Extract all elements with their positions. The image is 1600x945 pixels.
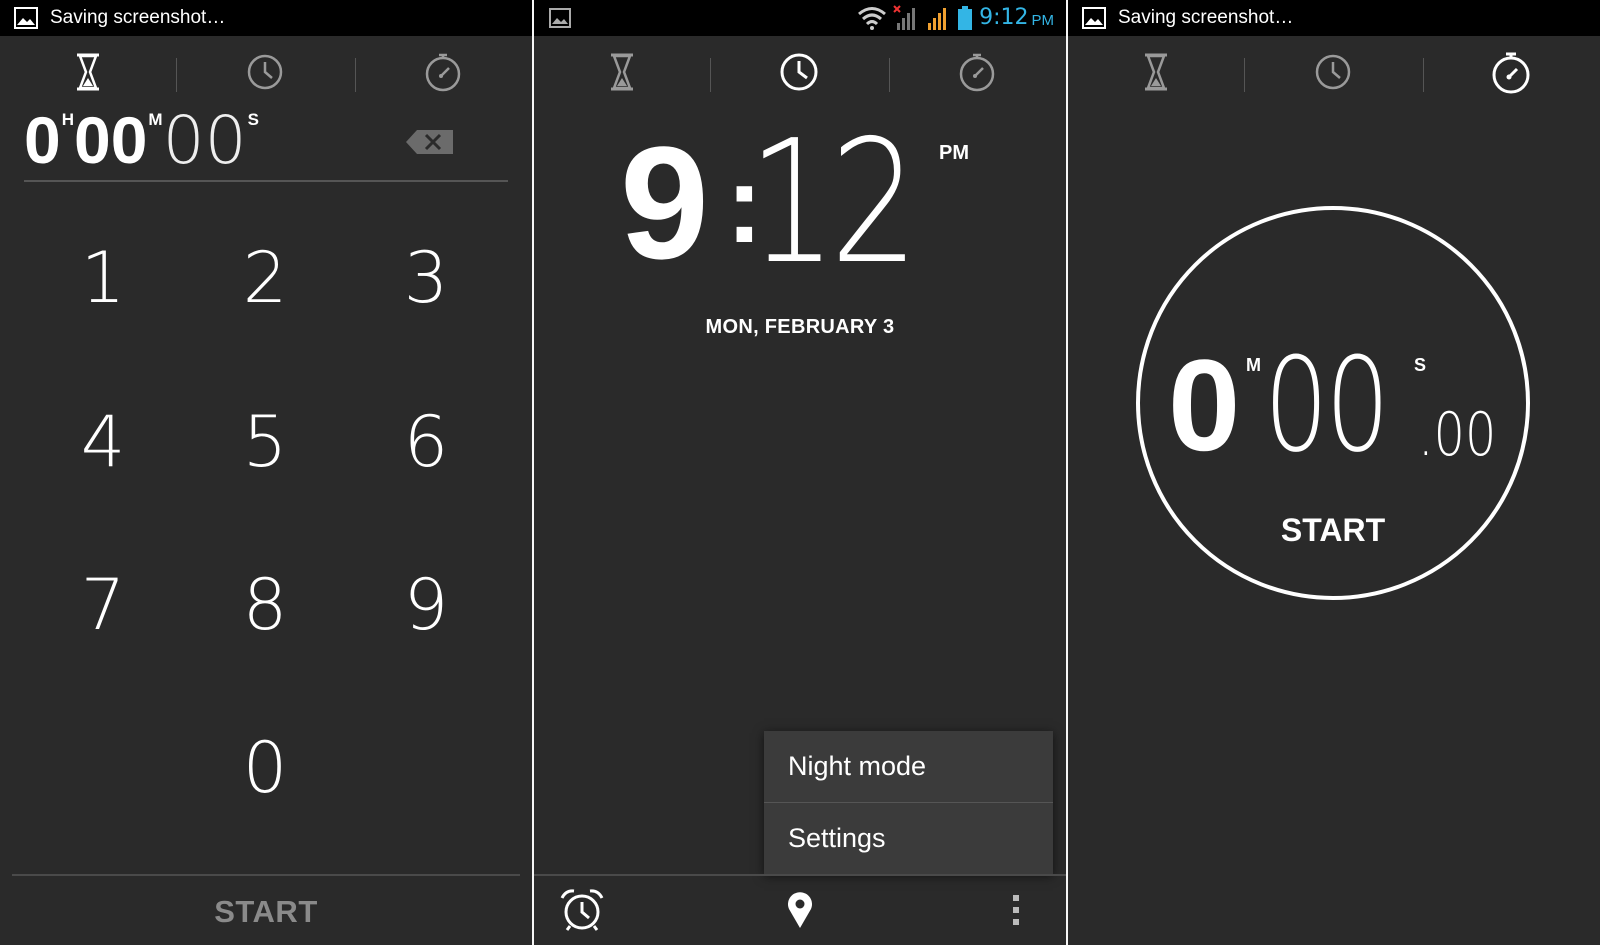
- stopwatch-minutes-unit: M: [1246, 355, 1261, 375]
- hourglass-icon: [1145, 53, 1167, 91]
- stopwatch-icon: [1492, 52, 1530, 94]
- tab-stopwatch[interactable]: [418, 46, 468, 98]
- timer-minutes-unit: M: [148, 110, 163, 129]
- stopwatch-icon: [425, 53, 461, 92]
- key-5[interactable]: 5: [200, 382, 330, 502]
- key-1[interactable]: 1: [38, 218, 168, 338]
- menu-item-night-mode[interactable]: Night mode: [764, 731, 1053, 802]
- alarm-icon: [560, 889, 604, 931]
- status-bar: Saving screenshot…: [1068, 0, 1600, 36]
- key-9[interactable]: 9: [361, 545, 491, 665]
- tab-separator: [889, 58, 890, 92]
- alarm-button[interactable]: [554, 886, 610, 934]
- status-bar: Saving screenshot…: [0, 0, 532, 36]
- timer-start-button[interactable]: START: [0, 882, 532, 942]
- clock-date: MON, FEBRUARY 3: [705, 316, 895, 338]
- timer-screen: Saving screenshot… 0H00M00S 1 2 3 4 5 6 …: [0, 0, 532, 945]
- timer-hours-unit: H: [61, 110, 74, 129]
- tab-bar: [0, 38, 532, 108]
- clock-ampm: PM: [939, 142, 969, 164]
- stopwatch-seconds-unit: S: [1414, 355, 1427, 375]
- timer-display: 0H00M00S: [24, 100, 259, 180]
- hourglass-icon: [77, 53, 99, 91]
- status-ampm: PM: [1031, 12, 1055, 29]
- bottom-divider: [534, 874, 1066, 876]
- stopwatch-screen: Saving screenshot… 0 M 00 S .00 START: [1068, 0, 1600, 945]
- tab-clock[interactable]: [240, 46, 290, 98]
- key-3[interactable]: 3: [361, 218, 491, 338]
- location-pin-icon: [788, 892, 812, 928]
- tab-timer[interactable]: [63, 46, 113, 98]
- tab-stopwatch[interactable]: [1486, 46, 1536, 98]
- stopwatch-seconds: 00: [1264, 329, 1390, 481]
- tab-timer[interactable]: [597, 46, 647, 98]
- key-6[interactable]: 6: [361, 382, 491, 502]
- image-icon: [549, 8, 571, 28]
- tab-separator: [1244, 58, 1245, 92]
- backspace-icon[interactable]: [405, 128, 455, 156]
- stopwatch-start-button[interactable]: START: [1136, 512, 1530, 549]
- stopwatch-minutes: 0: [1168, 332, 1241, 478]
- timer-minutes: 00: [74, 103, 148, 177]
- key-8[interactable]: 8: [200, 545, 330, 665]
- tab-separator: [355, 58, 356, 92]
- wifi-icon: [858, 7, 887, 30]
- battery-icon: [958, 6, 973, 30]
- timer-seconds-unit: S: [247, 110, 259, 129]
- clock-icon: [247, 54, 283, 90]
- tab-stopwatch[interactable]: [952, 46, 1002, 98]
- key-2[interactable]: 2: [200, 218, 330, 338]
- key-4[interactable]: 4: [38, 382, 168, 502]
- clock-icon: [1315, 54, 1351, 90]
- cities-button[interactable]: [772, 886, 828, 934]
- tab-bar: [1068, 38, 1600, 108]
- menu-item-settings[interactable]: Settings: [764, 803, 1053, 874]
- overflow-menu-icon: [1013, 895, 1019, 925]
- timer-keypad: 1 2 3 4 5 6 7 8 9 0: [0, 200, 532, 880]
- image-icon: [14, 7, 38, 29]
- clock-hour: 9: [620, 113, 709, 292]
- stopwatch-hundredths: .00: [1418, 400, 1497, 470]
- status-notification-text: Saving screenshot…: [1118, 7, 1294, 28]
- clock-icon: [780, 53, 818, 91]
- status-notification-text: Saving screenshot…: [50, 7, 226, 28]
- status-bar: 9:12 PM: [534, 0, 1066, 36]
- image-icon: [1082, 7, 1106, 29]
- key-0[interactable]: 0: [200, 708, 330, 828]
- tab-separator: [176, 58, 177, 92]
- key-7[interactable]: 7: [38, 545, 168, 665]
- status-indicators: 9:12 PM: [857, 4, 1054, 32]
- clock-screen: 9:12 PM 9: 12 PM MON, FEBRUARY 3 Night …: [534, 0, 1066, 945]
- tab-clock[interactable]: [774, 46, 824, 98]
- timer-display-underline: [24, 180, 508, 182]
- overflow-menu: Night mode Settings: [764, 731, 1053, 874]
- overflow-menu-button[interactable]: [988, 886, 1044, 934]
- timer-seconds: 00: [162, 102, 247, 179]
- tab-clock[interactable]: [1308, 46, 1358, 98]
- bottom-divider: [12, 874, 520, 876]
- signal-icon: [928, 8, 947, 30]
- stopwatch-icon: [959, 53, 995, 92]
- hourglass-icon: [611, 53, 633, 91]
- tab-separator: [1423, 58, 1424, 92]
- clock-minutes: 12: [748, 104, 919, 302]
- timer-hours: 0: [24, 103, 61, 177]
- signal-icon: [893, 5, 916, 30]
- status-time: 9:12: [979, 5, 1029, 30]
- tab-separator: [710, 58, 711, 92]
- tab-timer[interactable]: [1131, 46, 1181, 98]
- tab-bar: [534, 38, 1066, 108]
